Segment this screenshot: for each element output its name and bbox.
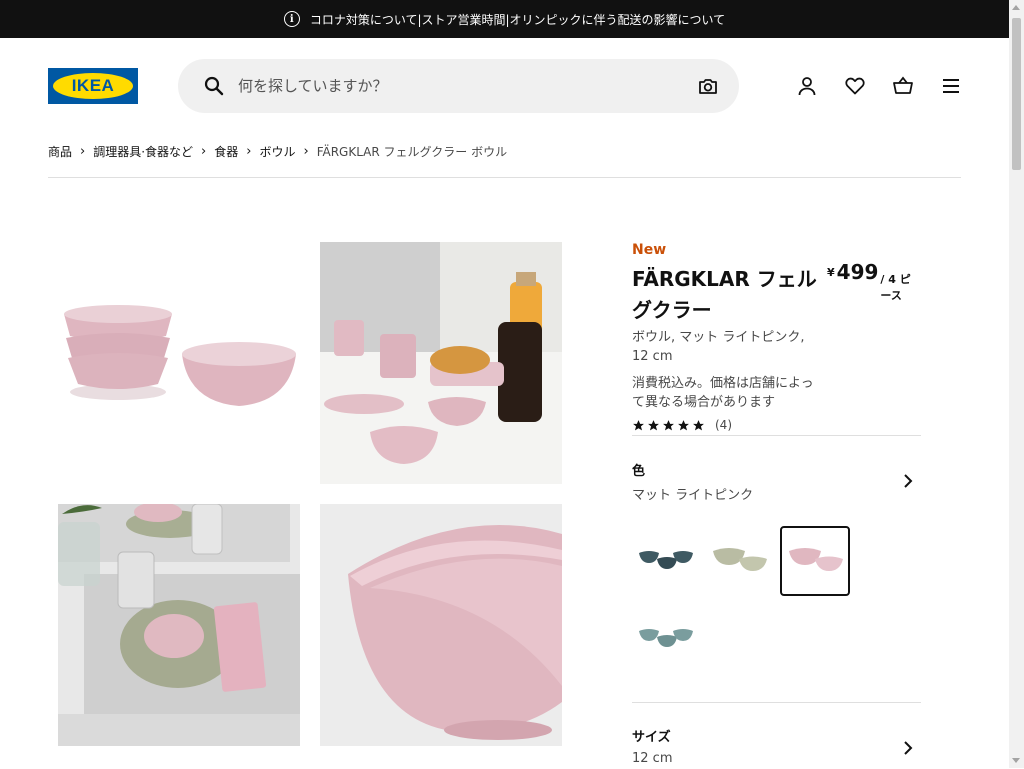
header-icons bbox=[795, 74, 987, 98]
chevron-right-icon: › bbox=[80, 144, 86, 159]
cart-icon[interactable] bbox=[891, 74, 915, 98]
product-image-table-setting[interactable] bbox=[320, 242, 562, 484]
camera-icon[interactable] bbox=[698, 76, 718, 96]
swatch-light-pink[interactable] bbox=[780, 526, 850, 596]
price-unit: / 4 ピース bbox=[880, 273, 911, 302]
size-selector[interactable]: サイズ 12 cm bbox=[632, 702, 921, 769]
scroll-up-icon[interactable] bbox=[1012, 5, 1020, 10]
star-icon bbox=[678, 419, 689, 430]
breadcrumb-item[interactable]: 食器 bbox=[214, 143, 238, 160]
price-amount: 499 bbox=[836, 260, 879, 284]
color-selector[interactable]: 色 マット ライトピンク bbox=[632, 436, 921, 503]
scroll-down-icon[interactable] bbox=[1012, 758, 1020, 763]
swatch-turquoise[interactable] bbox=[632, 604, 698, 670]
swatch-dark-blue[interactable] bbox=[632, 526, 698, 592]
star-icon bbox=[663, 419, 674, 430]
price: ¥ 499 / 4 ピース bbox=[827, 260, 921, 303]
menu-icon[interactable] bbox=[939, 74, 963, 98]
color-value: マット ライトピンク bbox=[632, 488, 754, 503]
search-input[interactable] bbox=[236, 76, 680, 96]
heart-icon[interactable] bbox=[843, 74, 867, 98]
search-bar[interactable] bbox=[178, 59, 739, 113]
chevron-right-icon: › bbox=[303, 144, 309, 159]
ikea-logo[interactable]: IKEA bbox=[48, 68, 138, 104]
scrollbar-thumb[interactable] bbox=[1012, 18, 1021, 170]
announcement-text[interactable]: コロナ対策について|ストア営業時間|オリンピックに伴う配送の影響について bbox=[310, 11, 725, 28]
title-row: FÄRGKLAR フェルグクラー ¥ 499 / 4 ピース bbox=[632, 260, 921, 324]
divider bbox=[48, 177, 961, 178]
breadcrumb-item[interactable]: ボウル bbox=[259, 143, 295, 160]
user-icon[interactable] bbox=[795, 74, 819, 98]
star-icon bbox=[633, 419, 644, 430]
rating-count[interactable]: (4) bbox=[715, 418, 732, 432]
breadcrumb: 商品 › 調理器具·食器など › 食器 › ボウル › FÄRGKLAR フェル… bbox=[48, 143, 507, 160]
chevron-right-icon[interactable] bbox=[903, 474, 913, 488]
product-image-place-setting[interactable] bbox=[58, 504, 300, 746]
product-description: ボウル, マット ライトピンク, 12 cm bbox=[632, 330, 805, 364]
star-icon bbox=[648, 419, 659, 430]
chevron-right-icon: › bbox=[201, 144, 207, 159]
breadcrumb-current: FÄRGKLAR フェルグクラー ボウル bbox=[316, 145, 508, 159]
size-value: 12 cm bbox=[632, 751, 673, 766]
breadcrumb-item[interactable]: 調理器具·食器など bbox=[93, 143, 193, 160]
announcement-bar: i コロナ対策について|ストア営業時間|オリンピックに伴う配送の影響について bbox=[0, 0, 1009, 38]
logo-text: IKEA bbox=[53, 73, 133, 99]
rating[interactable]: (4) bbox=[632, 418, 921, 432]
tax-note: 消費税込み。価格は店舗によって異なる場合があります bbox=[632, 376, 814, 410]
product-image-closeup[interactable] bbox=[320, 504, 562, 746]
search-icon[interactable] bbox=[204, 76, 224, 96]
star-icon bbox=[693, 419, 704, 430]
product-image-bowls[interactable] bbox=[58, 242, 300, 484]
scrollbar[interactable] bbox=[1009, 0, 1024, 768]
product-info: New FÄRGKLAR フェルグクラー ¥ 499 / 4 ピース ボウル, … bbox=[632, 242, 921, 503]
new-badge: New bbox=[632, 242, 667, 258]
chevron-right-icon[interactable] bbox=[903, 741, 913, 755]
breadcrumb-item[interactable]: 商品 bbox=[48, 143, 72, 160]
currency-symbol: ¥ bbox=[827, 266, 835, 279]
swatch-sage[interactable] bbox=[706, 526, 772, 592]
product-title: FÄRGKLAR フェルグクラー bbox=[632, 267, 817, 322]
info-icon: i bbox=[283, 11, 300, 27]
color-heading: 色 bbox=[632, 464, 646, 479]
size-heading: サイズ bbox=[632, 730, 671, 745]
chevron-right-icon: › bbox=[246, 144, 252, 159]
